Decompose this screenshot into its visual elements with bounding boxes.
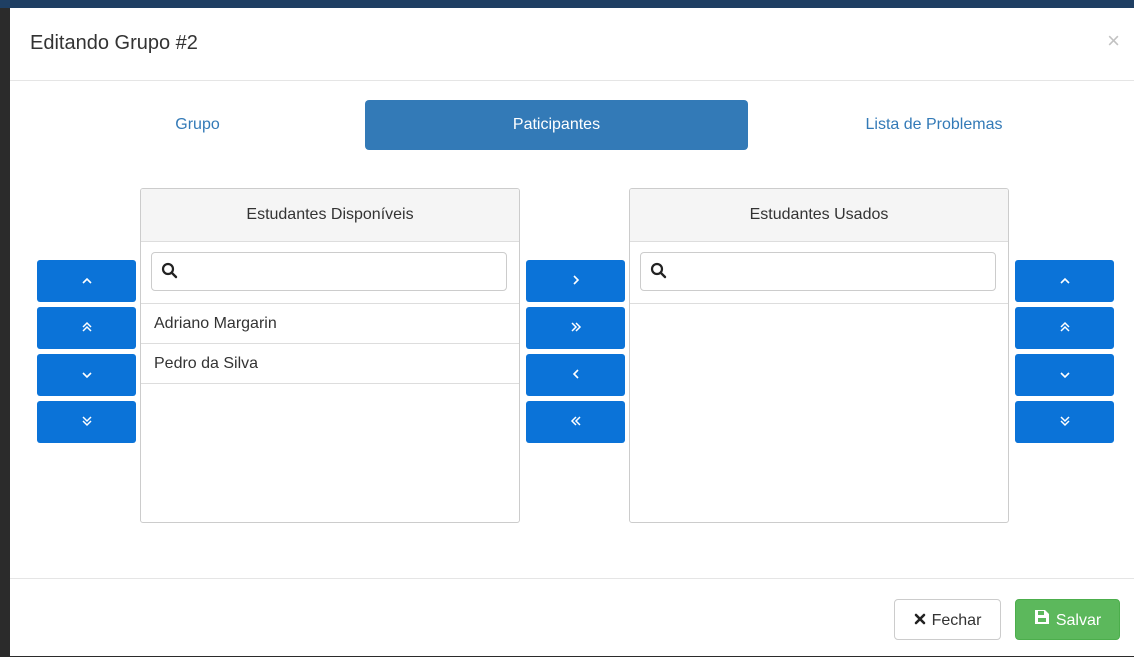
modal-header: Editando Grupo #2 × bbox=[10, 8, 1134, 81]
double-chevron-down-icon bbox=[81, 416, 92, 427]
tab-grupo[interactable]: Grupo bbox=[10, 100, 385, 150]
tab-lista-de-problemas[interactable]: Lista de Problemas bbox=[748, 100, 1120, 150]
tab-bar: Grupo Paticipantes Lista de Problemas bbox=[10, 100, 1134, 150]
chevron-down-icon bbox=[81, 372, 92, 379]
move-bottom-button[interactable] bbox=[37, 401, 136, 443]
available-search-box bbox=[151, 252, 507, 292]
move-top-button[interactable] bbox=[37, 307, 136, 349]
page-backdrop bbox=[0, 0, 1134, 8]
used-search-input[interactable] bbox=[675, 253, 991, 292]
available-students-heading: Estudantes Disponíveis bbox=[141, 189, 519, 242]
move-down-button[interactable] bbox=[37, 354, 136, 396]
modal-footer: Fechar Salvar bbox=[10, 578, 1134, 657]
chevron-up-icon bbox=[1059, 277, 1070, 284]
used-search-box bbox=[640, 252, 996, 292]
available-search-input[interactable] bbox=[186, 253, 502, 292]
used-move-top-button[interactable] bbox=[1015, 307, 1114, 349]
edit-group-modal: Editando Grupo #2 × Grupo Paticipantes L… bbox=[10, 8, 1134, 656]
list-item[interactable]: Pedro da Silva bbox=[141, 344, 519, 384]
chevron-down-icon bbox=[1059, 372, 1070, 379]
modal-title: Editando Grupo #2 bbox=[30, 32, 198, 54]
list-item[interactable]: Adriano Margarin bbox=[141, 304, 519, 344]
move-all-left-button[interactable] bbox=[526, 401, 625, 443]
tab-participantes[interactable]: Paticipantes bbox=[365, 100, 748, 150]
double-chevron-right-icon bbox=[570, 322, 581, 332]
double-chevron-left-icon bbox=[570, 416, 581, 426]
available-students-panel: Estudantes Disponíveis Adriano Margarin … bbox=[140, 188, 520, 523]
used-move-up-button[interactable] bbox=[1015, 260, 1114, 302]
double-chevron-up-icon bbox=[1059, 321, 1070, 332]
double-chevron-up-icon bbox=[81, 321, 92, 332]
search-icon bbox=[650, 262, 667, 279]
available-search-wrap bbox=[141, 242, 519, 304]
save-button[interactable]: Salvar bbox=[1015, 599, 1120, 640]
times-icon bbox=[914, 600, 926, 641]
close-button[interactable]: Fechar bbox=[894, 599, 1001, 640]
close-button-label: Fechar bbox=[931, 612, 982, 629]
save-icon bbox=[1034, 600, 1050, 641]
move-all-right-button[interactable] bbox=[526, 307, 625, 349]
used-search-wrap bbox=[630, 242, 1008, 304]
used-move-bottom-button[interactable] bbox=[1015, 401, 1114, 443]
close-icon[interactable]: × bbox=[1107, 30, 1120, 52]
chevron-up-icon bbox=[81, 277, 92, 284]
chevron-right-icon bbox=[572, 275, 579, 285]
save-button-label: Salvar bbox=[1055, 612, 1102, 629]
move-selected-right-button[interactable] bbox=[526, 260, 625, 302]
move-selected-left-button[interactable] bbox=[526, 354, 625, 396]
double-chevron-down-icon bbox=[1059, 416, 1070, 427]
used-students-heading: Estudantes Usados bbox=[630, 189, 1008, 242]
search-icon bbox=[161, 262, 178, 279]
move-up-button[interactable] bbox=[37, 260, 136, 302]
used-move-down-button[interactable] bbox=[1015, 354, 1114, 396]
chevron-left-icon bbox=[572, 369, 579, 379]
used-students-panel: Estudantes Usados bbox=[629, 188, 1009, 523]
